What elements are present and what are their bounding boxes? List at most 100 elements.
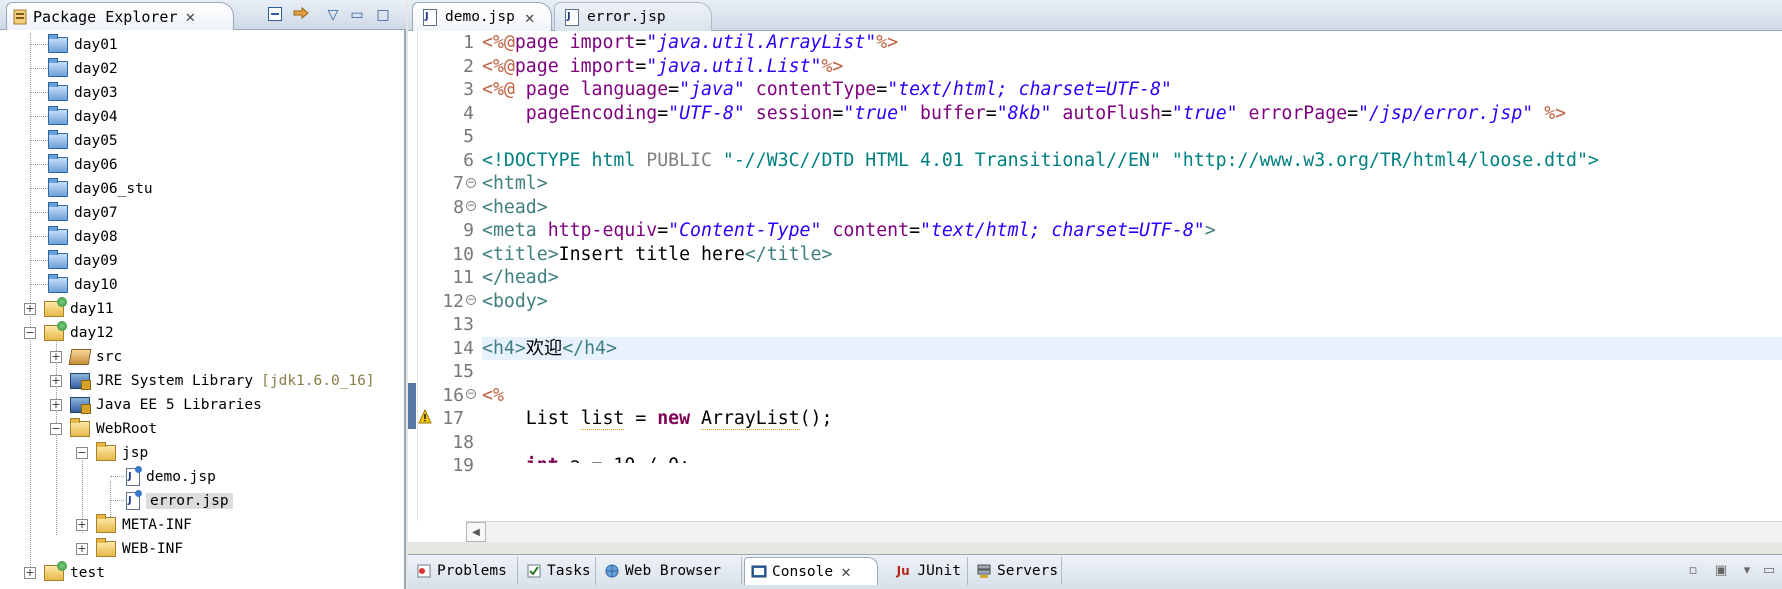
expand-toggle[interactable]: + [76,543,88,555]
tree-item-day06-stu[interactable]: day06_stu [30,177,153,201]
tab-problems[interactable]: Problems [410,557,518,585]
tree-item-day12[interactable]: − day12 [24,321,114,345]
line-number: 18 [452,431,474,453]
tree-item-day06[interactable]: day06 [30,153,118,177]
selected-item-label: error.jsp [146,493,233,509]
source-folder-icon [68,349,92,365]
tree-item-day07[interactable]: day07 [30,201,118,225]
tab-package-explorer[interactable]: Package Explorer ✕ [6,2,234,30]
fold-toggle-icon[interactable]: − [466,178,476,188]
jsp-file-icon [423,8,437,26]
fold-toggle-icon[interactable]: − [466,201,476,211]
tab-demo-jsp[interactable]: demo.jsp ✕ [412,2,552,31]
tree-item-day08[interactable]: day08 [30,225,118,249]
library-icon [70,397,91,414]
line-number: 11 [452,267,474,288]
minimize-icon[interactable]: ▭ [1760,563,1778,579]
line-number: 10 [452,243,474,265]
view-menu-icon[interactable]: ▽ [324,6,342,24]
tree-item-error-jsp[interactable]: error.jsp [110,489,233,513]
tree-item-day09[interactable]: day09 [30,249,118,273]
maximize-icon[interactable]: □ [374,6,392,24]
tree-item-day01[interactable]: day01 [30,33,118,57]
minimize-icon[interactable]: ▭ [348,6,366,24]
tree-item-webroot[interactable]: − WebRoot [50,417,157,441]
folder-icon [96,514,116,533]
tab-junit[interactable]: Ju JUnit [880,557,968,585]
code-line-6: <!DOCTYPE html PUBLIC "-//W3C//DTD HTML … [482,149,1599,171]
jsp-file-icon [565,8,579,26]
package-explorer-view: Package Explorer ✕ ▽ ▭ □ day01 day02 day… [0,0,406,589]
tree-item-day04[interactable]: day04 [30,105,118,129]
tab-error-jsp[interactable]: error.jsp [554,2,712,31]
console-icon [751,564,767,580]
tree-item-meta-inf[interactable]: + META-INF [76,513,192,537]
tree-item-test[interactable]: + test [24,561,105,585]
line-number: 5 [463,126,474,147]
tasks-icon [526,563,542,579]
tree-item-day10[interactable]: day10 [30,273,118,297]
code-line-4: pageEncoding="UTF-8" session="true" buff… [482,102,1567,124]
line-number: 19 [452,455,474,476]
folder-icon [48,130,68,149]
library-icon [70,373,91,390]
tree-item-javaee-library[interactable]: + Java EE 5 Libraries [50,393,262,417]
collapse-toggle[interactable]: − [24,327,36,339]
collapse-toggle[interactable]: − [76,447,88,459]
tab-label: error.jsp [587,9,666,25]
tree-item-day05[interactable]: day05 [30,129,118,153]
line-number: 9 [463,220,474,241]
tab-label: Tasks [547,563,591,579]
link-with-editor-icon[interactable] [292,6,310,24]
tree-item-day11[interactable]: + day11 [24,297,114,321]
ide-window: Package Explorer ✕ ▽ ▭ □ day01 day02 day… [0,0,1782,589]
line-number: 13 [452,314,474,335]
new-console-icon[interactable]: ▫ [1684,563,1702,579]
tree-item-jsp-folder[interactable]: − jsp [76,441,148,465]
fold-toggle-icon[interactable]: − [466,389,476,399]
package-explorer-icon [13,9,27,25]
close-icon[interactable]: ✕ [525,8,535,27]
tree-item-src[interactable]: + src [50,345,122,369]
expand-toggle[interactable]: + [50,351,62,363]
expand-toggle[interactable]: + [50,375,62,387]
project-tree: day01 day02 day03 day04 day05 day06 day0… [0,33,404,589]
tree-item-web-inf[interactable]: + WEB-INF [76,537,183,561]
tab-console[interactable]: Console ✕ [744,557,878,585]
tab-tasks[interactable]: Tasks [520,557,596,585]
line-number: 12 [442,290,464,312]
line-number: 3 [463,79,474,100]
tree-item-day03[interactable]: day03 [30,81,118,105]
expand-toggle[interactable]: + [24,303,36,315]
fold-toggle-icon[interactable]: − [466,295,476,305]
code-line-2: <%@page import="java.util.List"%> [482,55,844,77]
servers-icon [976,563,992,579]
line-number: 8 [453,196,464,218]
overview-ruler[interactable] [408,31,418,521]
display-console-icon[interactable]: ▣ [1712,563,1730,579]
expand-toggle[interactable]: + [50,399,62,411]
expand-toggle[interactable]: + [24,567,36,579]
code-text-area[interactable]: <%@page import="java.util.ArrayList"%> <… [482,31,1782,521]
line-number: 15 [452,361,474,382]
collapse-all-icon[interactable] [266,6,284,24]
folder-icon [48,202,68,221]
close-icon[interactable]: ✕ [841,562,851,581]
tab-servers[interactable]: Servers [970,557,1062,585]
tree-item-day02[interactable]: day02 [30,57,118,81]
tab-label: JUnit [917,563,961,579]
scroll-left-icon[interactable]: ◀ [466,522,486,542]
line-number-gutter: 1 2 3 4 5 6 7 8 9 10 11 12 13 14 15 16 1… [418,31,482,521]
warning-icon[interactable] [418,408,432,425]
tab-web-browser[interactable]: Web Browser [598,557,742,585]
tree-item-demo-jsp[interactable]: demo.jsp [110,465,216,489]
tree-item-jre-library[interactable]: + JRE System Library [jdk1.6.0_16] [50,369,375,393]
close-icon[interactable]: ✕ [186,7,196,26]
horizontal-scrollbar[interactable]: ◀ [466,521,1782,542]
dropdown-icon[interactable]: ▾ [1738,563,1756,579]
collapse-toggle[interactable]: − [50,423,62,435]
line-number: 4 [463,102,474,124]
tab-label: Package Explorer [33,7,178,26]
expand-toggle[interactable]: + [76,519,88,531]
jsp-file-icon [126,466,142,486]
